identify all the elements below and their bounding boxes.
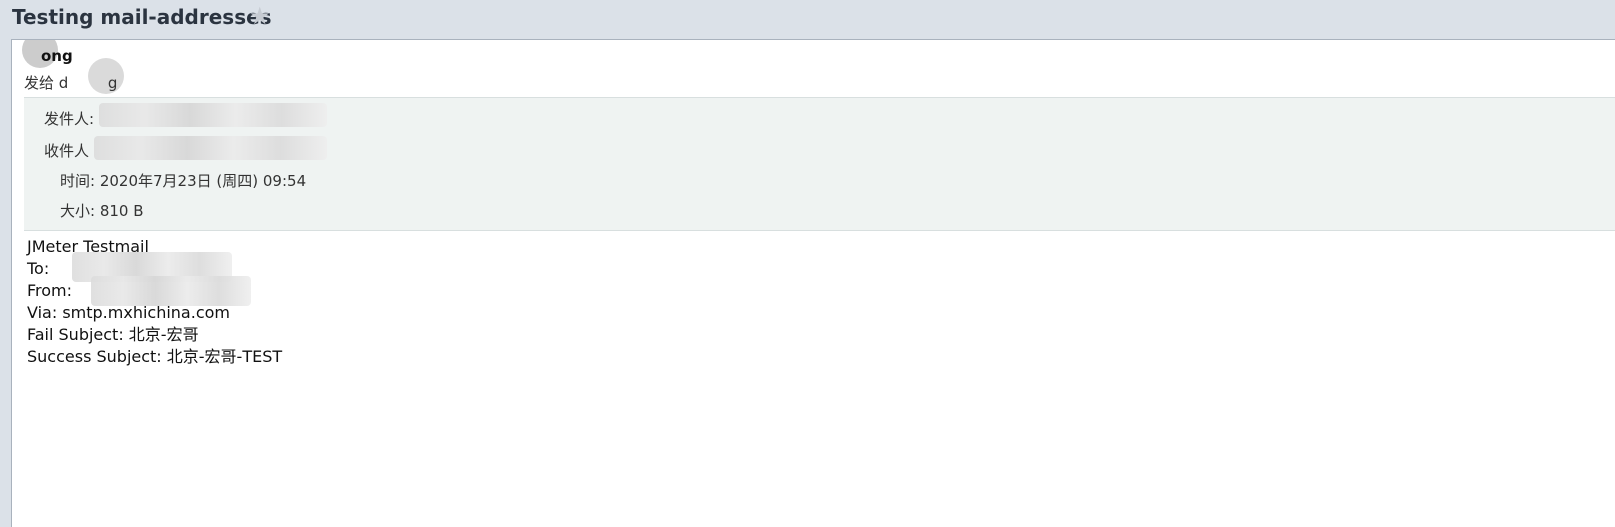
email-subject: Testing mail-addresses (12, 5, 272, 29)
to-row: 收件人 (44, 140, 89, 161)
body-line: Fail Subject: 北京-宏哥 (27, 325, 199, 344)
send-to-prefix: 发给 (24, 74, 55, 92)
to-label: 收件人 (44, 142, 90, 160)
send-to-line: 发给 d g (24, 72, 117, 93)
redacted-from-address (99, 103, 327, 127)
redacted-to-address (94, 136, 327, 160)
size-row: 大小: 810 B (60, 200, 144, 221)
subject-bar: Testing mail-addresses ★ (0, 0, 1615, 38)
mail-window: Testing mail-addresses ★ ong 发给 d g 发件人:… (0, 0, 1615, 527)
size-value: 810 B (99, 202, 144, 220)
size-label: 大小: (60, 202, 96, 220)
send-to-name-end: g (107, 74, 118, 92)
email-header-details: 发件人: 收件人 时间: 2020年7月23日 (周四) 09:54 大小: 8… (24, 97, 1615, 231)
time-value: 2020年7月23日 (周四) 09:54 (99, 172, 307, 190)
from-label: 发件人: (44, 110, 95, 128)
time-label: 时间: (60, 172, 96, 190)
body-line: Success Subject: 北京-宏哥-TEST (27, 347, 283, 366)
redacted-body-from (91, 276, 251, 306)
from-row: 发件人: (44, 108, 94, 129)
send-to-name-start: d (58, 74, 69, 92)
star-icon[interactable]: ★ (249, 3, 271, 29)
time-row: 时间: 2020年7月23日 (周四) 09:54 (60, 170, 306, 191)
mail-pane: ong 发给 d g 发件人: 收件人 时间: 2020年7月23日 (周四) … (11, 39, 1615, 527)
email-body: JMeter Testmail To: From: Via: smtp.mxhi… (27, 236, 282, 368)
sender-name: ong (41, 47, 73, 65)
